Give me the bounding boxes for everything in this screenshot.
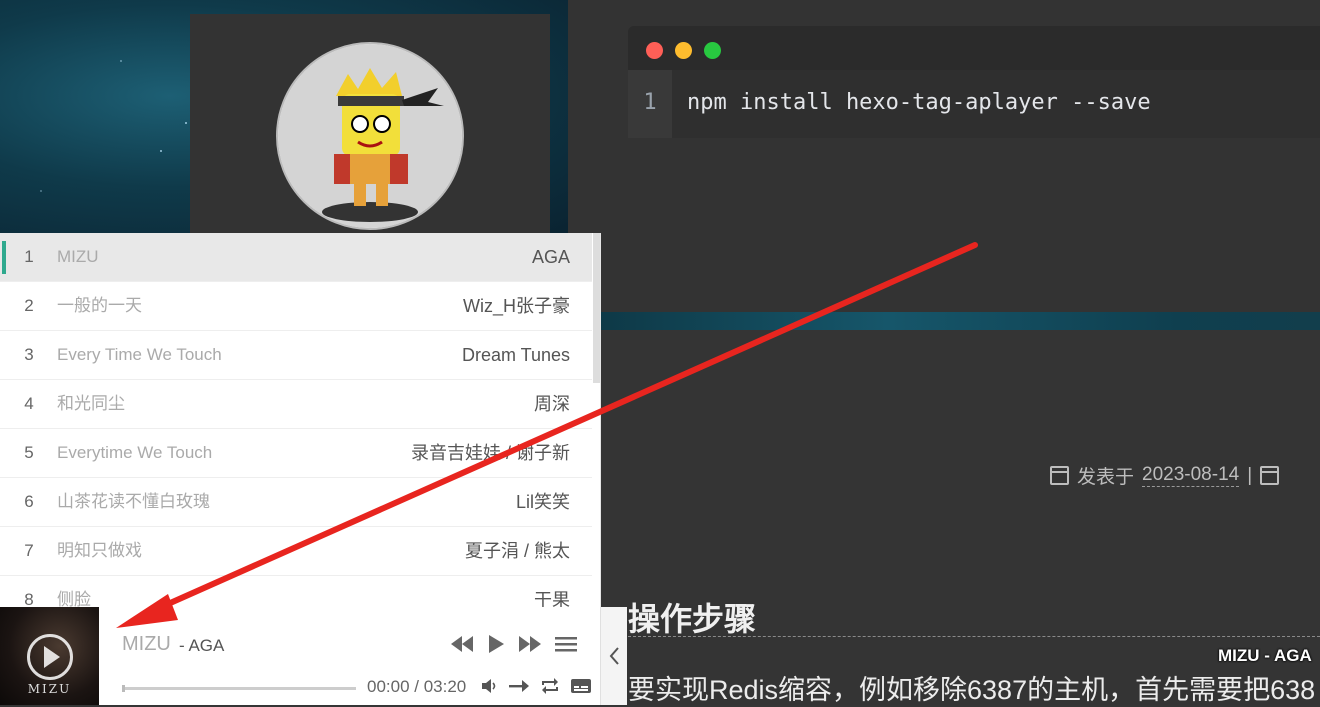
- track-number: 3: [24, 345, 34, 364]
- code-text[interactable]: npm install hexo-tag-aplayer --save: [687, 70, 1151, 136]
- track-artist: Dream Tunes: [461, 345, 570, 365]
- lyric-overlay: MIZU - AGA: [1218, 646, 1312, 665]
- play-icon[interactable]: [486, 633, 506, 655]
- track-title: 侧脸: [57, 590, 91, 607]
- track-title: 山茶花读不懂白玫瑰: [57, 492, 210, 511]
- divider-band: [600, 312, 1320, 330]
- track-number: 8: [24, 590, 34, 607]
- track-number: 6: [24, 492, 34, 511]
- post-date-label: 发表于: [1077, 467, 1135, 488]
- playlist-item[interactable]: 1 MIZU AGA: [0, 233, 592, 282]
- player-toggle[interactable]: [600, 607, 627, 705]
- track-title: Every Time We Touch: [57, 345, 222, 364]
- code-line: 1 npm install hexo-tag-aplayer --save: [628, 70, 1320, 138]
- time-display: 00:00 / 03:20: [367, 677, 466, 697]
- progress-thumb[interactable]: [122, 685, 125, 692]
- window-dots: [646, 42, 721, 59]
- track-artist: 夏子涓 / 熊太: [464, 541, 570, 561]
- close-dot: [646, 42, 663, 59]
- volume-icon[interactable]: [480, 677, 498, 695]
- line-number: 1: [628, 70, 672, 138]
- playlist: 1 MIZU AGA 2 一般的一天 Wiz_H张子豪 3 Every Time…: [0, 233, 601, 607]
- code-block: 1 npm install hexo-tag-aplayer --save: [628, 26, 1320, 138]
- calendar-icon: [1050, 466, 1069, 485]
- track-artist: Lil笑笑: [515, 492, 570, 512]
- now-playing-title: MIZU: [122, 633, 171, 655]
- progress-bar[interactable]: [122, 685, 356, 692]
- playlist-item[interactable]: 7 明知只做戏 夏子涓 / 熊太: [0, 527, 592, 576]
- chevron-left-icon: [609, 647, 619, 665]
- track-number: 1: [24, 247, 34, 266]
- loop-icon[interactable]: [540, 677, 560, 695]
- track-artist: 录音吉娃娃 / 谢子新: [410, 443, 570, 463]
- playlist-item[interactable]: 4 和光同尘 周深: [0, 380, 592, 429]
- meta-separator: |: [1247, 464, 1253, 486]
- track-title: MIZU: [57, 247, 99, 266]
- heading-divider: [628, 636, 1320, 637]
- now-playing-artist: - AGA: [179, 636, 225, 655]
- duration: 03:20: [423, 677, 467, 696]
- playlist-scrollbar[interactable]: [593, 233, 600, 383]
- track-title: Everytime We Touch: [57, 443, 213, 462]
- track-artist: Wiz_H张子豪: [463, 296, 570, 316]
- track-artist: 干果: [534, 590, 570, 607]
- post-date[interactable]: 2023-08-14: [1142, 464, 1240, 487]
- player-bar: MIZU MIZU - AGA 00:00 / 03:20: [0, 607, 600, 705]
- article-area: [600, 330, 1320, 705]
- current-time: 00:00: [367, 677, 410, 696]
- lyrics-icon[interactable]: [570, 677, 592, 695]
- order-icon[interactable]: [508, 677, 530, 695]
- time-separator: /: [409, 677, 424, 696]
- cover-text: MIZU: [27, 682, 72, 696]
- avatar[interactable]: [276, 42, 464, 230]
- playlist-item[interactable]: 3 Every Time We Touch Dream Tunes: [0, 331, 592, 380]
- album-cover[interactable]: MIZU: [0, 607, 99, 705]
- track-number: 7: [24, 541, 34, 560]
- avatar-image: [278, 44, 462, 228]
- post-meta: 发表于 2023-08-14 |: [1050, 462, 1280, 489]
- track-number: 2: [24, 296, 34, 315]
- track-number: 5: [24, 443, 34, 462]
- playlist-item[interactable]: 2 一般的一天 Wiz_H张子豪: [0, 282, 592, 331]
- track-artist: AGA: [531, 247, 570, 267]
- playback-controls: [450, 633, 578, 655]
- prev-icon[interactable]: [450, 633, 474, 655]
- minimize-dot: [675, 42, 692, 59]
- menu-icon[interactable]: [554, 633, 578, 655]
- extra-controls: [480, 677, 592, 695]
- section-heading: 操作步骤: [628, 601, 757, 637]
- maximize-dot: [704, 42, 721, 59]
- calendar-check-icon: [1260, 466, 1280, 485]
- next-icon[interactable]: [518, 633, 542, 655]
- track-number: 4: [24, 394, 34, 413]
- track-artist: 周深: [534, 394, 570, 414]
- track-title: 和光同尘: [57, 394, 125, 413]
- playlist-item[interactable]: 5 Everytime We Touch 录音吉娃娃 / 谢子新: [0, 429, 592, 478]
- play-circle-icon[interactable]: [27, 634, 73, 680]
- track-title: 明知只做戏: [57, 541, 142, 560]
- article-paragraph: 要实现Redis缩容，例如移除6387的主机，首先需要把638: [628, 675, 1316, 705]
- track-title: 一般的一天: [57, 296, 142, 315]
- author-card: [190, 14, 550, 240]
- playlist-item[interactable]: 6 山茶花读不懂白玫瑰 Lil笑笑: [0, 478, 592, 527]
- playlist-item[interactable]: 8 侧脸 干果: [0, 576, 592, 607]
